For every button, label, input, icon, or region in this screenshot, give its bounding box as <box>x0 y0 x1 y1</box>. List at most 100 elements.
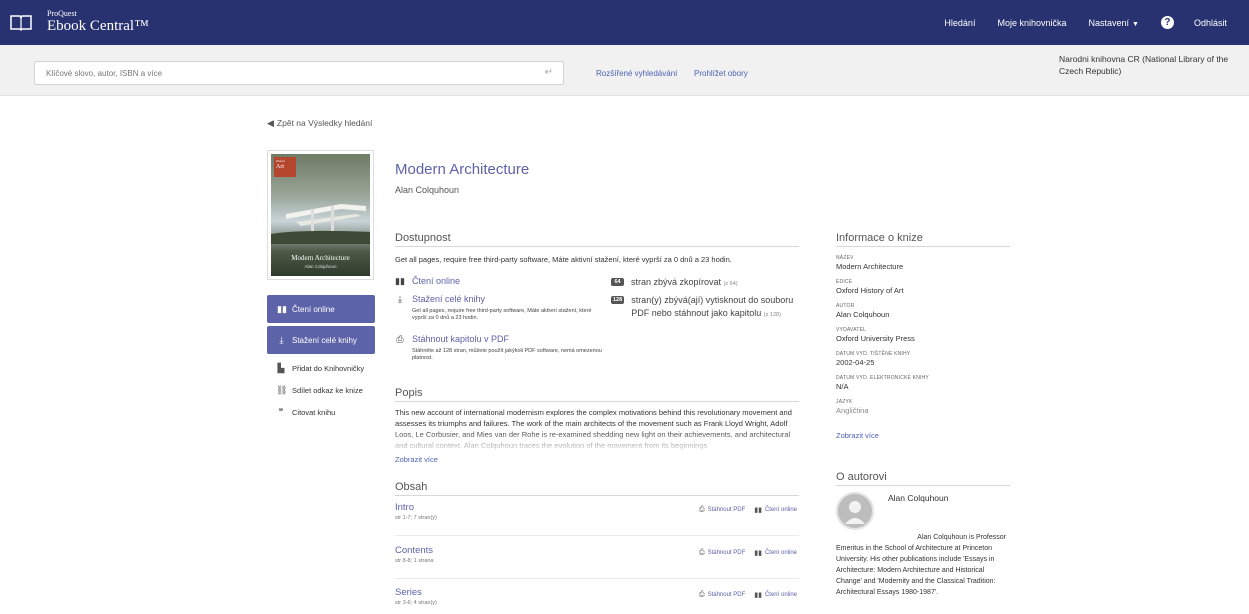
link-icon: ⛓ <box>276 385 288 395</box>
share-link-action[interactable]: ⛓ Sdílet odkaz ke knize <box>276 385 363 396</box>
help-icon[interactable]: ? <box>1160 16 1174 29</box>
description-show-more-link[interactable]: Zobrazit více <box>395 455 438 464</box>
toc-divider <box>395 535 799 536</box>
print-quota: 128 stran(y) zbývá(ají) vytisknout do so… <box>611 294 811 322</box>
toc-item-actions: ⎙ Stáhnout PDF ▮▮ Čtení online <box>690 591 797 599</box>
availability-read-online[interactable]: ▮▮ Čtení online <box>395 276 460 287</box>
toc-item-actions: ⎙ Stáhnout PDF ▮▮ Čtení online <box>690 506 797 514</box>
info-value-title: Modern Architecture <box>836 262 904 271</box>
info-label-print-date: DATUM VYD. TIŠTĚNÉ KNIHY <box>836 351 911 357</box>
caret-down-icon: ▼ <box>1132 20 1139 28</box>
download-book-button[interactable]: ⤓ Stažení celé knihy <box>267 326 375 354</box>
nav-bookshelf[interactable]: Moje knihovnička <box>997 18 1066 28</box>
toc-download-pdf-button[interactable]: ⎙ Stáhnout PDF <box>699 549 745 557</box>
info-value-publisher: Oxford University Press <box>836 334 915 343</box>
toc-item: Intro str 1-7; 7 stran(y) ⎙ Stáhnout PDF … <box>395 502 799 521</box>
back-to-results-label: Zpět na Výsledky hledání <box>276 118 373 128</box>
printer-icon: ⎙ <box>396 334 404 344</box>
availability-download[interactable]: ⤓ Stažení celé knihy <box>395 294 485 305</box>
cover-series-text: Oxford Art <box>276 159 285 170</box>
add-to-bookshelf-action[interactable]: ▙ Přidat do Knihovničky <box>276 363 365 374</box>
book-open-icon: ▮▮ <box>754 550 762 557</box>
toc-item: Series str 3-6; 4 stran(y) ⎙ Stáhnout PDF… <box>395 587 799 606</box>
availability-chapter-pdf[interactable]: ⎙ Stáhnout kapitolu v PDF <box>395 334 509 345</box>
book-open-icon: ▮▮ <box>754 592 762 599</box>
cover-author: Alan Colquhoun <box>304 264 337 269</box>
toc-download-pdf-label: Stáhnout PDF <box>707 507 746 513</box>
author-bio: Alan Colquhoun is Professor Emeritus in … <box>836 532 1006 598</box>
info-label-ebook-date: DATUM VYD. ELEKTRONICKÉ KNIHY <box>836 375 929 381</box>
enter-icon[interactable]: ↵ <box>545 67 553 78</box>
cover-building-illustration <box>271 204 370 244</box>
advanced-search-link[interactable]: Rozšířené vyhledávání <box>596 69 677 78</box>
book-author[interactable]: Alan Colquhoun <box>395 185 459 195</box>
brand-proquest: ProQuest <box>47 9 77 18</box>
toc-download-pdf-label: Stáhnout PDF <box>707 592 746 598</box>
copy-quota-text: stran zbývá zkopírovat (z 64) <box>631 277 738 287</box>
book-title: Modern Architecture <box>395 161 530 178</box>
back-to-results-link[interactable]: ◀ Zpět na Výsledky hledání <box>267 118 372 129</box>
toc-download-pdf-label: Stáhnout PDF <box>707 550 746 556</box>
info-show-more-link[interactable]: Zobrazit více <box>836 431 879 440</box>
info-value-print-date: 2002-04-25 <box>836 358 875 367</box>
availability-read-online-label: Čtení online <box>412 276 461 286</box>
download-book-button-label: Stažení celé knihy <box>292 335 357 345</box>
toc-read-online-button[interactable]: ▮▮ Čtení online <box>754 591 797 599</box>
arrow-left-icon: ◀ <box>267 118 274 128</box>
toc-divider <box>395 495 799 496</box>
description-heading: Popis <box>395 387 423 399</box>
read-online-button-label: Čtení online <box>292 304 335 314</box>
nav-settings[interactable]: Nastavení ▼ <box>1089 18 1139 28</box>
description-divider <box>395 401 799 402</box>
toc-read-online-button[interactable]: ▮▮ Čtení online <box>754 506 797 514</box>
copy-quota-badge: 64 <box>611 278 624 286</box>
add-to-bookshelf-label: Přidat do Knihovničky <box>292 364 365 373</box>
toc-divider <box>395 578 799 579</box>
availability-chapter-pdf-label: Stáhnout kapitolu v PDF <box>412 334 510 344</box>
author-bio-first: Alan Colquhoun is Professor <box>917 534 1006 541</box>
toc-download-pdf-button[interactable]: ⎙ Stáhnout PDF <box>699 591 745 599</box>
browse-subjects-link[interactable]: Prohlížet obory <box>694 69 748 78</box>
info-label-publisher: VYDAVATEL <box>836 327 867 333</box>
brand-ebook-central[interactable]: Ebook Central™ <box>47 18 149 35</box>
cover-title: Modern Architecture <box>291 254 350 262</box>
toc-download-pdf-button[interactable]: ⎙ Stáhnout PDF <box>699 506 745 514</box>
printer-icon: ⎙ <box>698 591 705 598</box>
library-name: Narodni knihovna CR (National Library of… <box>1059 54 1229 76</box>
cite-book-action[interactable]: ❞ Citovat knihu <box>276 407 336 418</box>
toc-heading: Obsah <box>395 481 428 493</box>
toc-item: Contents str 8-8; 1 strana ⎙ Stáhnout PDF… <box>395 545 799 564</box>
toc-read-online-label: Čtení online <box>764 592 797 598</box>
availability-download-label: Stažení celé knihy <box>412 294 486 304</box>
toc-read-online-label: Čtení online <box>764 550 797 556</box>
top-nav: ProQuest Ebook Central™ Hledání Moje kni… <box>0 0 1249 45</box>
availability-chapter-note: Stáhněte až 128 stran, můžete použít jak… <box>412 348 602 361</box>
nav-logout[interactable]: Odhlásit <box>1194 18 1227 28</box>
cite-book-label: Citovat knihu <box>292 408 336 417</box>
info-label-language: JAZYK <box>836 399 853 405</box>
book-icon[interactable] <box>10 13 32 31</box>
toc-read-online-label: Čtení online <box>764 507 797 513</box>
copy-quota: 64 stran zbývá zkopírovat (z 64) <box>611 276 811 291</box>
toc-read-online-button[interactable]: ▮▮ Čtení online <box>754 549 797 557</box>
author-name: Alan Colquhoun <box>888 493 949 503</box>
nav-search[interactable]: Hledání <box>944 18 975 28</box>
quote-icon: ❞ <box>278 407 284 417</box>
download-icon: ⤓ <box>279 334 284 345</box>
book-open-icon: ▮▮ <box>754 507 762 514</box>
printer-icon: ⎙ <box>698 549 705 556</box>
about-author-heading: O autorovi <box>836 471 887 483</box>
read-online-button[interactable]: ▮▮ Čtení online <box>267 295 375 323</box>
nav-settings-label: Nastavení <box>1088 17 1130 28</box>
book-open-icon: ▮▮ <box>277 303 287 314</box>
info-label-author: AUTOR <box>836 303 855 309</box>
book-cover[interactable]: Oxford Art Modern Architecture Alan Colqu… <box>267 150 374 280</box>
info-value-series: Oxford History of Art <box>836 286 904 295</box>
search-input[interactable] <box>35 62 535 84</box>
toc-item-pages: str 8-8; 1 strana <box>395 558 434 564</box>
info-label-series: EDICE <box>836 279 853 285</box>
toc-item-pages: str 3-6; 4 stran(y) <box>395 600 437 606</box>
availability-heading: Dostupnost <box>395 232 451 244</box>
print-quota-text: stran(y) zbývá(ají) vytisknout do soubor… <box>631 295 794 318</box>
book-info-heading: Informace o knize <box>836 232 923 244</box>
